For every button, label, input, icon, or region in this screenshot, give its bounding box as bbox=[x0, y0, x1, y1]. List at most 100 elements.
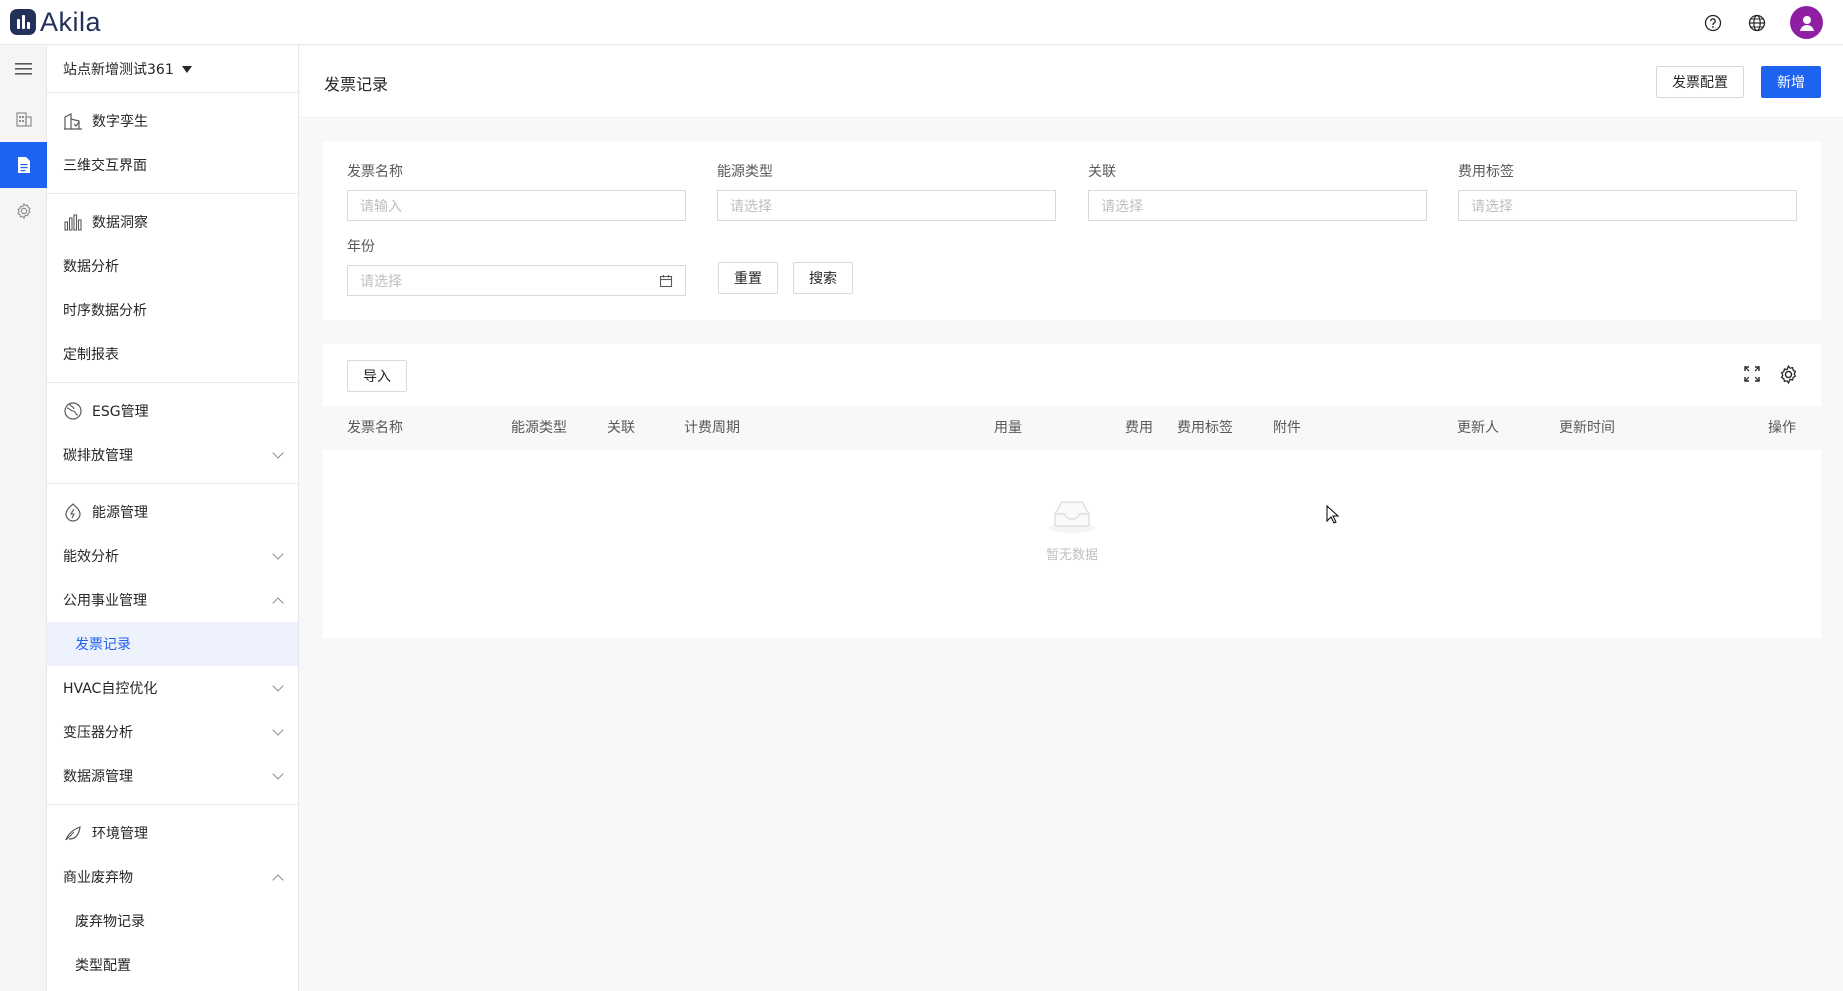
top-icons bbox=[1702, 0, 1843, 45]
column-header[interactable]: 费用 bbox=[1125, 406, 1153, 450]
fee-tag-select[interactable]: 请选择 bbox=[1458, 190, 1797, 221]
group-title: 能源管理 bbox=[92, 505, 148, 521]
rail-settings[interactable] bbox=[0, 188, 47, 234]
column-header[interactable]: 能源类型 bbox=[511, 406, 567, 450]
column-header[interactable]: 计费周期 bbox=[684, 406, 740, 450]
header-actions: 发票配置 新增 bbox=[1656, 66, 1821, 98]
placeholder: 请选择 bbox=[1101, 198, 1143, 215]
globe-icon[interactable] bbox=[1746, 12, 1768, 34]
energy-type-select[interactable]: 请选择 bbox=[717, 190, 1056, 221]
page-title: 发票记录 bbox=[324, 75, 389, 94]
column-header[interactable]: 费用标签 bbox=[1177, 406, 1233, 450]
sidebar-item-label: 发票记录 bbox=[75, 637, 131, 653]
sidebar-item-label: HVAC自控优化 bbox=[63, 681, 158, 697]
column-header[interactable]: 操作 bbox=[1768, 406, 1796, 450]
add-button[interactable]: 新增 bbox=[1761, 66, 1821, 98]
nav-group-esg: ESG管理 碳排放管理 bbox=[47, 383, 298, 484]
sidebar-item-label: 类型配置 bbox=[75, 958, 131, 974]
group-title: 数据洞察 bbox=[92, 215, 148, 231]
group-title: ESG管理 bbox=[92, 404, 149, 420]
sidebar-item-data-analysis[interactable]: 数据分析 bbox=[47, 244, 298, 288]
user-avatar-icon bbox=[1799, 15, 1814, 31]
sidebar-item-label: 能效分析 bbox=[63, 549, 119, 565]
sidebar-item-type-config[interactable]: 类型配置 bbox=[47, 943, 298, 987]
placeholder: 请输入 bbox=[360, 198, 402, 215]
help-icon[interactable] bbox=[1702, 12, 1724, 34]
site-selector[interactable]: 站点新增测试361 bbox=[47, 46, 298, 93]
sidebar-item-carbon-management[interactable]: 碳排放管理 bbox=[47, 433, 298, 477]
sidebar-item-label: 时序数据分析 bbox=[63, 303, 147, 319]
sidebar-item-waste-records[interactable]: 废弃物记录 bbox=[47, 899, 298, 943]
group-head-energy: 能源管理 bbox=[47, 490, 298, 534]
fee-tag-field: 费用标签 请选择 bbox=[1458, 162, 1797, 221]
esg-icon bbox=[64, 402, 82, 420]
field-label: 发票名称 bbox=[347, 164, 403, 180]
invoice-config-button[interactable]: 发票配置 bbox=[1656, 66, 1744, 98]
sidebar-item-label: 变压器分析 bbox=[63, 725, 133, 741]
chevron-up-icon bbox=[272, 873, 284, 886]
nav-group-environment: 环境管理 商业废弃物 废弃物记录 类型配置 bbox=[47, 805, 298, 991]
menu-toggle-button[interactable] bbox=[0, 46, 47, 92]
chevron-up-icon bbox=[272, 596, 284, 609]
chevron-down-icon bbox=[272, 767, 284, 780]
leaf-icon bbox=[65, 826, 81, 841]
relation-select[interactable]: 请选择 bbox=[1088, 190, 1427, 221]
building-icon bbox=[15, 112, 32, 127]
empty-inbox-icon bbox=[1048, 501, 1096, 533]
sidebar-item-custom-reports[interactable]: 定制报表 bbox=[47, 332, 298, 376]
import-button[interactable]: 导入 bbox=[347, 360, 407, 392]
chevron-down-icon bbox=[272, 723, 284, 736]
user-avatar[interactable] bbox=[1790, 6, 1823, 39]
calendar-icon bbox=[659, 274, 673, 287]
site-name: 站点新增测试361 bbox=[63, 62, 174, 78]
field-label: 年份 bbox=[347, 239, 375, 255]
reset-button[interactable]: 重置 bbox=[718, 262, 778, 294]
column-header[interactable]: 关联 bbox=[607, 406, 635, 450]
rail-documents[interactable] bbox=[0, 142, 47, 188]
bar-chart-icon bbox=[64, 214, 82, 231]
mouse-cursor-icon bbox=[1326, 505, 1340, 524]
akila-logo[interactable]: Akila bbox=[10, 7, 101, 37]
invoice-name-input[interactable]: 请输入 bbox=[347, 190, 686, 221]
gear-icon bbox=[1780, 364, 1797, 385]
column-header[interactable]: 附件 bbox=[1273, 406, 1301, 450]
akila-logo-mark-icon bbox=[10, 9, 36, 35]
year-picker[interactable]: 请选择 bbox=[347, 265, 686, 296]
sidebar-item-label: 定制报表 bbox=[63, 347, 119, 363]
logo-text: Akila bbox=[40, 6, 102, 37]
column-header[interactable]: 更新时间 bbox=[1559, 406, 1615, 450]
column-header[interactable]: 发票名称 bbox=[347, 406, 403, 450]
sidebar-item-transformer-analysis[interactable]: 变压器分析 bbox=[47, 710, 298, 754]
sidebar-item-label: 三维交互界面 bbox=[63, 158, 147, 174]
sidebar-item-invoice-records[interactable]: 发票记录 bbox=[47, 622, 298, 666]
fullscreen-icon bbox=[1744, 366, 1760, 382]
sidebar-item-hvac-optimization[interactable]: HVAC自控优化 bbox=[47, 666, 298, 710]
sidebar-item-datasource-management[interactable]: 数据源管理 bbox=[47, 754, 298, 798]
column-header[interactable]: 用量 bbox=[994, 406, 1022, 450]
sidebar-item-3d-interface[interactable]: 三维交互界面 bbox=[47, 143, 298, 187]
energy-icon bbox=[65, 503, 81, 522]
nav-group-digital-twin: 数字孪生 三维交互界面 bbox=[47, 93, 298, 194]
fullscreen-button[interactable] bbox=[1742, 364, 1762, 389]
sidebar-item-utility-management[interactable]: 公用事业管理 bbox=[47, 578, 298, 622]
group-title: 数字孪生 bbox=[92, 114, 148, 130]
nav-group-energy: 能源管理 能效分析 公用事业管理 发票记录 HVAC自控优化 变压器分析 数据源… bbox=[47, 484, 298, 805]
empty-text: 暂无数据 bbox=[1045, 548, 1098, 563]
top-bar: Akila bbox=[0, 0, 1843, 45]
digital-twin-icon bbox=[64, 113, 82, 130]
column-header[interactable]: 更新人 bbox=[1457, 406, 1499, 450]
table-settings-button[interactable] bbox=[1778, 364, 1799, 389]
sidebar-item-timeseries-analysis[interactable]: 时序数据分析 bbox=[47, 288, 298, 332]
sidebar-item-label: 数据分析 bbox=[63, 259, 119, 275]
rail-building[interactable] bbox=[0, 96, 47, 142]
table-panel: 导入 发票名称 能源类型 关联 计费周期 用量 费用 费用标签 附件 更新人 更… bbox=[323, 344, 1821, 638]
sidebar-item-commercial-waste[interactable]: 商业废弃物 bbox=[47, 855, 298, 899]
menu-icon bbox=[14, 63, 32, 75]
nav-group-data-insight: 数据洞察 数据分析 时序数据分析 定制报表 bbox=[47, 194, 298, 383]
search-button[interactable]: 搜索 bbox=[793, 262, 853, 294]
sidebar-item-energy-efficiency[interactable]: 能效分析 bbox=[47, 534, 298, 578]
group-head-esg: ESG管理 bbox=[47, 389, 298, 433]
group-head-data-insight: 数据洞察 bbox=[47, 200, 298, 244]
placeholder: 请选择 bbox=[360, 273, 402, 290]
relation-field: 关联 请选择 bbox=[1088, 162, 1427, 221]
